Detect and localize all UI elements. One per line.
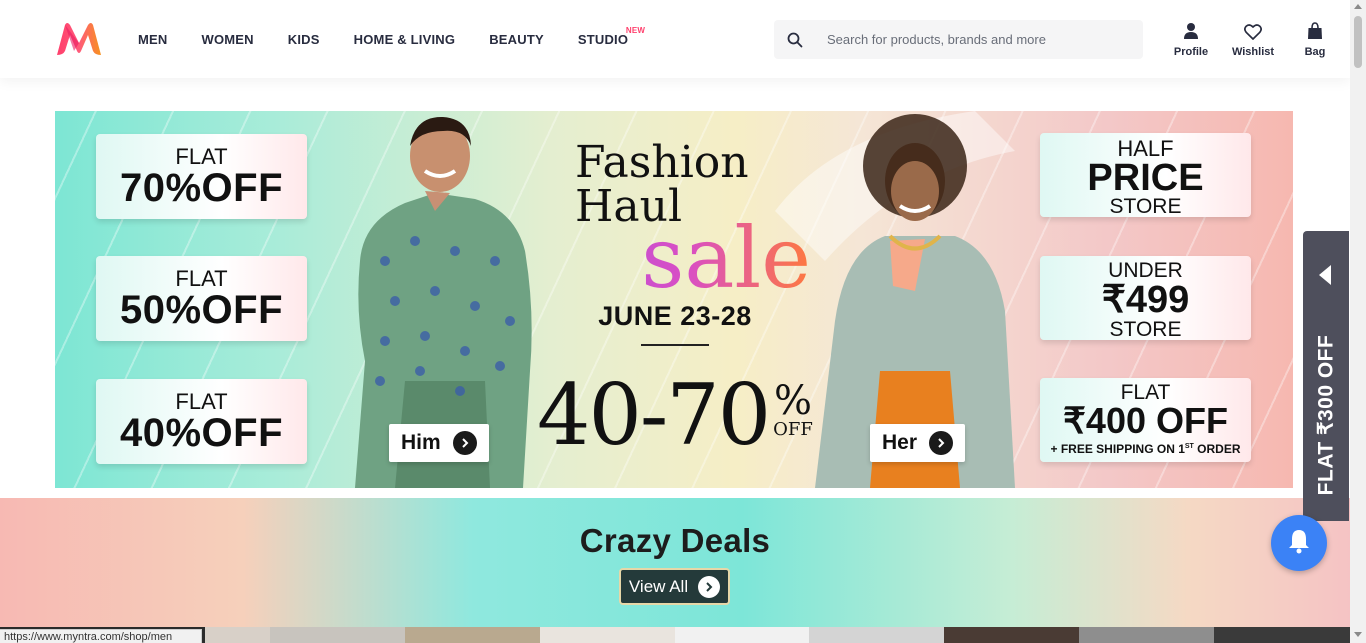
thumbnail[interactable] — [944, 627, 1080, 643]
headline-sale: sale — [535, 216, 815, 300]
product-thumbnails-strip[interactable] — [0, 627, 1351, 643]
nav-studio[interactable]: STUDIO NEW — [561, 0, 645, 78]
profile-button[interactable]: Profile — [1160, 20, 1222, 58]
flat-400-off-tile[interactable]: FLAT ₹400 OFF + FREE SHIPPING ON 1ST ORD… — [1040, 378, 1251, 462]
nav-beauty[interactable]: BEAUTY — [472, 0, 561, 78]
under-price-label: ₹499 — [1101, 279, 1190, 321]
crazy-deals-title: Crazy Deals — [579, 522, 771, 559]
off-label: OFF — [773, 419, 813, 440]
bag-button[interactable]: Bag — [1284, 20, 1346, 58]
divider — [641, 344, 709, 346]
offer-tile-40[interactable]: FLAT 40%OFF — [96, 379, 307, 464]
him-label: Him — [401, 431, 441, 454]
thumbnail[interactable] — [1079, 627, 1215, 643]
profile-label: Profile — [1173, 46, 1209, 58]
offer-70-flat: FLAT — [175, 144, 228, 169]
status-bar-url: https://www.myntra.com/shop/men — [0, 629, 202, 643]
free-shipping-text: + FREE SHIPPING ON 1 — [1050, 442, 1185, 456]
discount-suffix: % OFF — [773, 381, 813, 439]
offer-50-flat: FLAT — [175, 266, 228, 291]
main-nav: MEN WOMEN KIDS HOME & LIVING BEAUTY STUD… — [121, 0, 645, 78]
offer-50-value: 50%OFF — [119, 288, 284, 332]
page-scrollbar[interactable] — [1350, 0, 1366, 643]
flat-300-off-side-tab[interactable]: FLAT ₹300 OFF — [1303, 231, 1349, 521]
thumbnail[interactable] — [269, 627, 405, 643]
order-text: ORDER — [1193, 442, 1241, 456]
discount-value: 40-70 — [537, 366, 771, 464]
half-price-store-tile[interactable]: HALF PRICE STORE — [1040, 133, 1251, 217]
flat-400-label: ₹400 OFF — [1063, 400, 1228, 441]
discount-range: 40-70 % OFF — [537, 373, 813, 457]
bell-icon — [1287, 528, 1311, 559]
offer-40-value: 40%OFF — [119, 411, 284, 455]
thumbnail[interactable] — [539, 627, 675, 643]
headline-fashion: Fashion — [575, 137, 749, 188]
nav-home-living[interactable]: HOME & LIVING — [337, 0, 473, 78]
under-store-label: STORE — [1109, 318, 1182, 341]
bag-icon — [1307, 20, 1323, 40]
scroll-down-arrow[interactable] — [1354, 632, 1362, 637]
offer-40-flat: FLAT — [175, 389, 228, 414]
view-all-button[interactable]: View All — [619, 568, 730, 605]
first-suffix: ST — [1184, 443, 1194, 450]
shop-him-button[interactable]: Him — [389, 424, 489, 462]
offer-70-value: 70%OFF — [119, 166, 284, 210]
caret-left-icon — [1316, 263, 1334, 292]
view-all-label: View All — [628, 576, 689, 596]
free-shipping-note: + FREE SHIPPING ON 1ST ORDER — [1040, 439, 1251, 457]
crazy-deals-section: Crazy Deals View All — [0, 498, 1350, 628]
offer-tile-50[interactable]: FLAT 50%OFF — [96, 256, 307, 341]
chevron-right-icon — [929, 431, 954, 455]
scroll-thumb[interactable] — [1354, 16, 1362, 68]
nav-men[interactable]: MEN — [121, 0, 185, 78]
sale-headline: Fashion Haul sale JUNE 23-28 — [535, 141, 815, 346]
bag-label: Bag — [1304, 46, 1326, 58]
nav-women[interactable]: WOMEN — [185, 0, 271, 78]
scroll-up-arrow[interactable] — [1354, 4, 1362, 9]
chevron-right-icon — [698, 575, 721, 598]
price-label: PRICE — [1087, 157, 1204, 199]
thumbnail[interactable] — [674, 627, 810, 643]
header-actions: Profile Wishlist Bag — [1160, 20, 1346, 58]
under-499-store-tile[interactable]: UNDER ₹499 STORE — [1040, 256, 1251, 340]
wishlist-button[interactable]: Wishlist — [1222, 20, 1284, 58]
chevron-right-icon — [452, 431, 477, 455]
her-label: Her — [882, 431, 918, 454]
search-bar[interactable] — [774, 20, 1143, 59]
thumbnail[interactable] — [404, 627, 540, 643]
myntra-logo[interactable] — [55, 21, 103, 57]
offer-tile-70[interactable]: FLAT 70%OFF — [96, 134, 307, 219]
side-tab-label: FLAT ₹300 OFF — [1314, 334, 1338, 496]
search-icon[interactable] — [774, 32, 816, 48]
page: MEN WOMEN KIDS HOME & LIVING BEAUTY STUD… — [0, 0, 1366, 643]
shop-her-button[interactable]: Her — [870, 424, 966, 462]
thumbnail[interactable] — [204, 627, 270, 643]
heart-icon — [1244, 20, 1262, 40]
header: MEN WOMEN KIDS HOME & LIVING BEAUTY STUD… — [0, 0, 1350, 78]
new-badge: NEW — [625, 26, 646, 35]
under-label: UNDER — [1108, 259, 1183, 282]
nav-kids[interactable]: KIDS — [271, 0, 337, 78]
hero-banner[interactable]: FLAT 70%OFF FLAT 50%OFF FLAT 40%OFF Fash… — [55, 111, 1293, 488]
thumbnail[interactable] — [809, 627, 945, 643]
wishlist-label: Wishlist — [1231, 46, 1275, 58]
profile-icon — [1183, 20, 1199, 40]
half-store-label: STORE — [1109, 195, 1182, 218]
percent-sign: % — [774, 378, 813, 424]
search-input[interactable] — [827, 32, 1127, 47]
notification-bell-button[interactable] — [1271, 515, 1327, 571]
thumbnail[interactable] — [1214, 627, 1351, 643]
nav-studio-label: STUDIO — [577, 32, 629, 47]
